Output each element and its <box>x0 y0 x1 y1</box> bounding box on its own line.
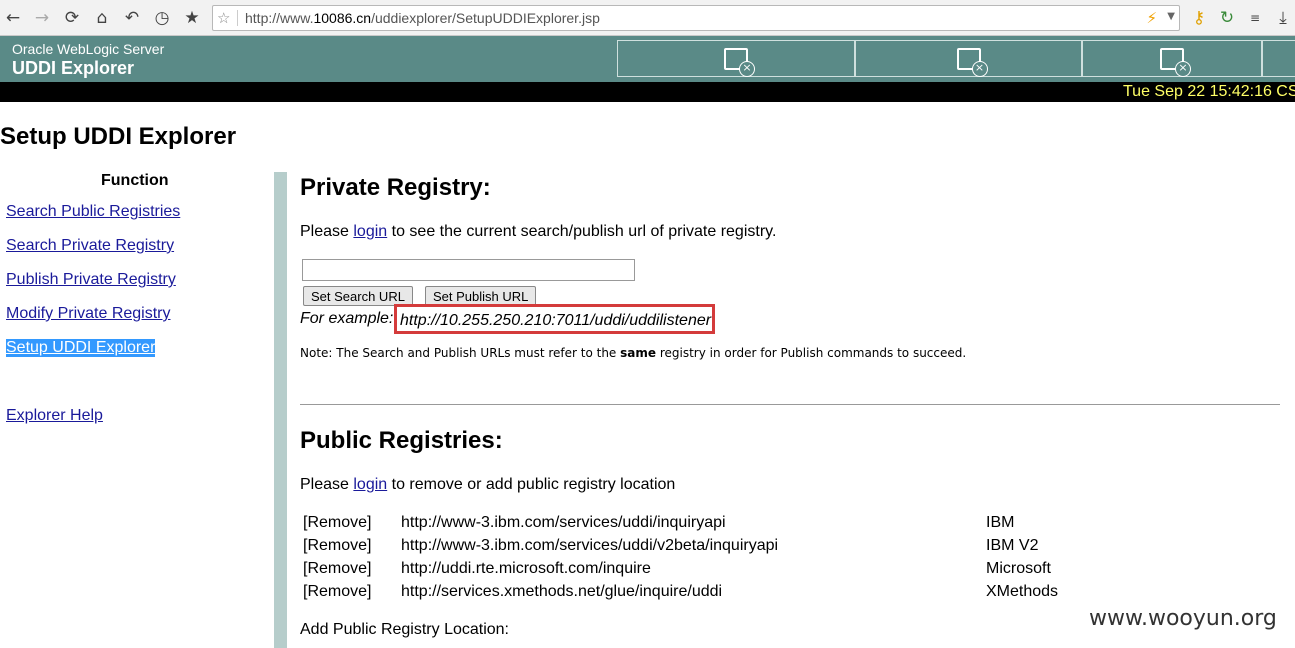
registry-url: http://uddi.rte.microsoft.com/inquire <box>401 560 651 577</box>
browser-toolbar: ← → ⟳ ⌂ ↶ ◷ ★ ☆ http://www.10086.cn/uddi… <box>0 0 1295 36</box>
menu-icon[interactable]: ≡ <box>1244 7 1266 29</box>
undo-icon[interactable]: ↶ <box>121 7 143 29</box>
registry-url: http://services.xmethods.net/glue/inquir… <box>401 583 723 600</box>
nav-heading: Function <box>101 172 169 189</box>
address-url[interactable]: http://www.10086.cn/uddiexplorer/SetupUD… <box>245 10 600 26</box>
remove-action[interactable]: [Remove] <box>303 537 371 555</box>
banner-image-cell <box>1262 40 1295 77</box>
private-login-link[interactable]: login <box>353 223 387 240</box>
public-login-link[interactable]: login <box>353 476 387 493</box>
favorite-star-icon[interactable]: ☆ <box>217 9 230 27</box>
nav-explorer-help[interactable]: Explorer Help <box>6 407 103 425</box>
private-registry-login-text: Please login to see the current search/p… <box>300 223 777 240</box>
registry-name: IBM <box>986 514 1015 531</box>
nav-publish-private-registry[interactable]: Publish Private Registry <box>6 271 176 289</box>
example-label: For example: <box>300 310 394 327</box>
weblogic-banner: Oracle WebLogic Server UDDI Explorer <box>0 36 1295 82</box>
content-divider-bar <box>274 172 287 648</box>
set-search-url-button[interactable]: Set Search URL <box>303 286 413 306</box>
registry-name: Microsoft <box>986 560 1051 577</box>
download-icon[interactable]: ⤓ <box>1272 7 1294 29</box>
add-registry-label: Add Public Registry Location: <box>300 621 509 638</box>
banner-image-cell <box>855 40 1082 77</box>
registry-note: Note: The Search and Publish URLs must r… <box>300 346 967 360</box>
remove-action[interactable]: [Remove] <box>303 514 371 532</box>
example-url-highlight: http://10.255.250.210:7011/uddi/uddilist… <box>394 304 715 334</box>
registry-name: XMethods <box>986 583 1059 600</box>
banner-title: UDDI Explorer <box>12 58 135 78</box>
nav-setup-uddi-explorer[interactable]: Setup UDDI Explorer <box>6 339 156 357</box>
public-registries-login-text: Please login to remove or add public reg… <box>300 476 676 493</box>
banner-image-cell <box>617 40 855 77</box>
remove-action[interactable]: [Remove] <box>303 583 371 601</box>
public-registries-heading: Public Registries: <box>300 427 503 454</box>
registry-name: IBM V2 <box>986 537 1039 554</box>
remove-action[interactable]: [Remove] <box>303 560 371 578</box>
address-bar[interactable]: ☆ http://www.10086.cn/uddiexplorer/Setup… <box>212 5 1180 31</box>
nav-search-private-registry[interactable]: Search Private Registry <box>6 237 174 255</box>
banner-image-cell <box>1082 40 1262 77</box>
page-title: Setup UDDI Explorer <box>0 123 237 150</box>
reload-icon[interactable]: ⟳ <box>61 7 83 29</box>
date-bar: Tue Sep 22 15:42:16 CS <box>0 82 1295 102</box>
chevron-down-icon[interactable]: ▼ <box>1167 11 1175 22</box>
history-icon[interactable]: ◷ <box>151 7 173 29</box>
address-divider <box>237 10 238 26</box>
lightning-icon[interactable]: ⚡ <box>1146 9 1157 27</box>
key-icon[interactable]: ⚷ <box>1188 7 1210 29</box>
watermark: www.wooyun.org <box>1089 606 1277 631</box>
nav-search-public-registries[interactable]: Search Public Registries <box>6 203 180 221</box>
registry-url-input[interactable] <box>302 259 635 281</box>
refresh-arrow-icon[interactable]: ↻ <box>1216 7 1238 29</box>
home-icon[interactable]: ⌂ <box>91 7 113 29</box>
forward-icon[interactable]: → <box>31 7 53 29</box>
section-divider <box>300 404 1280 405</box>
private-registry-heading: Private Registry: <box>300 174 491 201</box>
banner-subtitle: Oracle WebLogic Server <box>12 41 165 57</box>
set-publish-url-button[interactable]: Set Publish URL <box>425 286 537 306</box>
back-icon[interactable]: ← <box>2 7 24 29</box>
broken-image-icon <box>956 47 988 77</box>
registry-url: http://www-3.ibm.com/services/uddi/inqui… <box>401 514 726 531</box>
nav-modify-private-registry[interactable]: Modify Private Registry <box>6 305 171 323</box>
broken-image-icon <box>1160 47 1191 77</box>
broken-image-icon <box>724 47 755 77</box>
registry-url: http://www-3.ibm.com/services/uddi/v2bet… <box>401 537 779 554</box>
current-datetime: Tue Sep 22 15:42:16 CS <box>1123 83 1295 100</box>
bookmark-star-icon[interactable]: ★ <box>181 7 203 29</box>
